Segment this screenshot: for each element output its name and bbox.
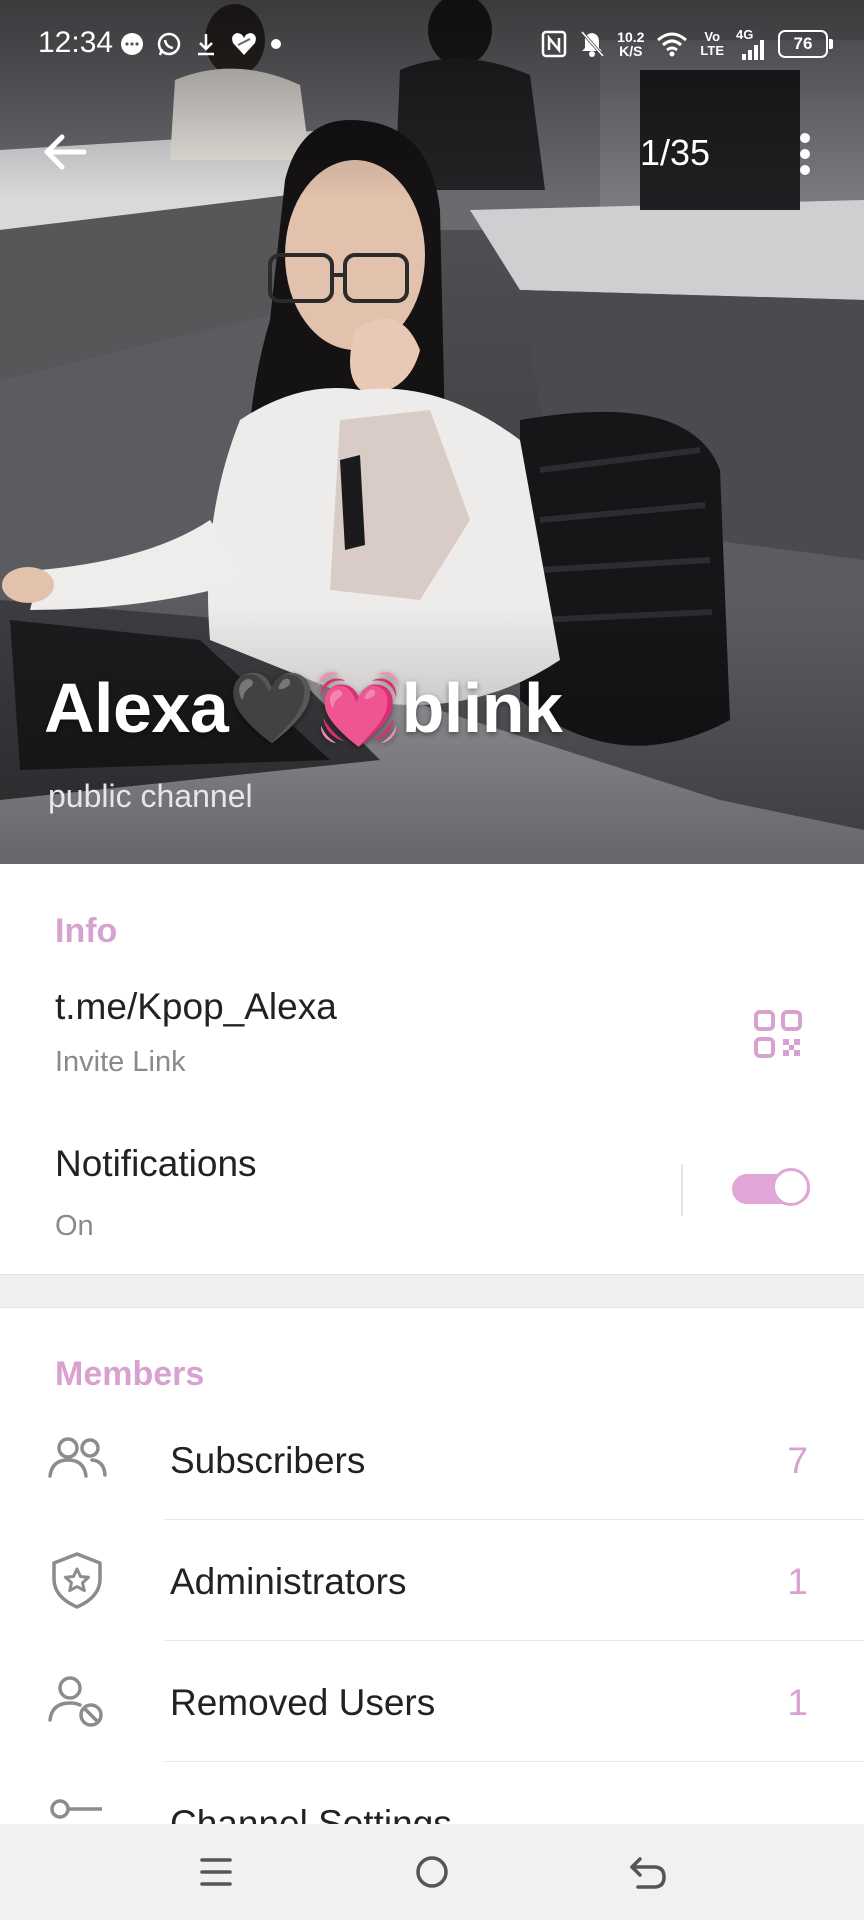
battery-indicator: 76 <box>778 30 833 58</box>
row-divider <box>165 1761 864 1762</box>
system-icons: 10.2 K/S Vo LTE 4G 76 <box>541 24 833 64</box>
shield-star-icon <box>52 1552 102 1609</box>
status-time: 12:34 <box>38 26 114 59</box>
heart-app-icon <box>232 33 256 55</box>
info-section-title: Info <box>55 912 118 950</box>
wifi-icon <box>657 32 688 57</box>
removed-users-label: Removed Users <box>170 1682 436 1723</box>
notifications-label: Notifications <box>55 1143 257 1184</box>
row-divider <box>165 1640 864 1641</box>
removed-users-row[interactable]: Removed Users 1 <box>0 1642 864 1762</box>
section-divider <box>0 1274 864 1308</box>
toggle-knob <box>772 1168 810 1206</box>
invite-link-caption: Invite Link <box>55 1046 186 1078</box>
channel-type: public channel <box>48 778 253 814</box>
download-icon <box>198 34 214 56</box>
message-icon <box>121 33 143 55</box>
volte-bottom: LTE <box>700 43 724 58</box>
removed-users-count: 1 <box>787 1682 808 1723</box>
notifications-state: On <box>55 1210 94 1242</box>
members-section-title: Members <box>55 1355 205 1393</box>
volte-top: Vo <box>704 29 721 44</box>
net-speed-value: 10.2 <box>617 29 645 45</box>
notification-icons <box>120 26 282 62</box>
photo-counter: 1/35 <box>640 132 711 173</box>
vertical-divider <box>681 1164 683 1216</box>
volte-indicator: Vo LTE <box>700 30 724 58</box>
menu-icon[interactable] <box>190 1846 242 1898</box>
administrators-label: Administrators <box>170 1561 407 1602</box>
back-arrow-icon[interactable] <box>622 1846 674 1898</box>
subscribers-row[interactable]: Subscribers 7 <box>0 1400 864 1520</box>
invite-link[interactable]: t.me/Kpop_Alexa <box>55 986 337 1028</box>
more-notifications-icon <box>271 39 281 49</box>
subscribers-label: Subscribers <box>170 1440 366 1481</box>
net-speed: 10.2 K/S <box>617 30 644 58</box>
nfc-icon <box>541 30 567 58</box>
people-icon <box>48 1437 107 1478</box>
signal-icon <box>742 40 764 60</box>
navigation-bar <box>0 1824 864 1920</box>
channel-name: Alexa🖤💓blink <box>44 669 563 747</box>
user-blocked-icon <box>48 1676 103 1727</box>
subscribers-count: 7 <box>787 1440 808 1481</box>
signal-4g: 4G <box>736 28 766 60</box>
net-speed-unit: K/S <box>619 43 643 59</box>
status-bar: 12:34 10.2 K/S Vo LTE 4G 76 <box>0 0 864 86</box>
notifications-toggle[interactable] <box>732 1168 812 1210</box>
administrators-row[interactable]: Administrators 1 <box>0 1521 864 1641</box>
whatsapp-icon <box>157 32 181 56</box>
more-options-button[interactable] <box>790 126 820 182</box>
qr-code-icon[interactable] <box>754 1010 802 1058</box>
back-arrow-button[interactable] <box>36 124 92 180</box>
row-divider <box>165 1519 864 1520</box>
administrators-count: 1 <box>787 1561 808 1602</box>
mute-bell-icon <box>581 31 605 57</box>
home-circle-icon[interactable] <box>406 1846 458 1898</box>
